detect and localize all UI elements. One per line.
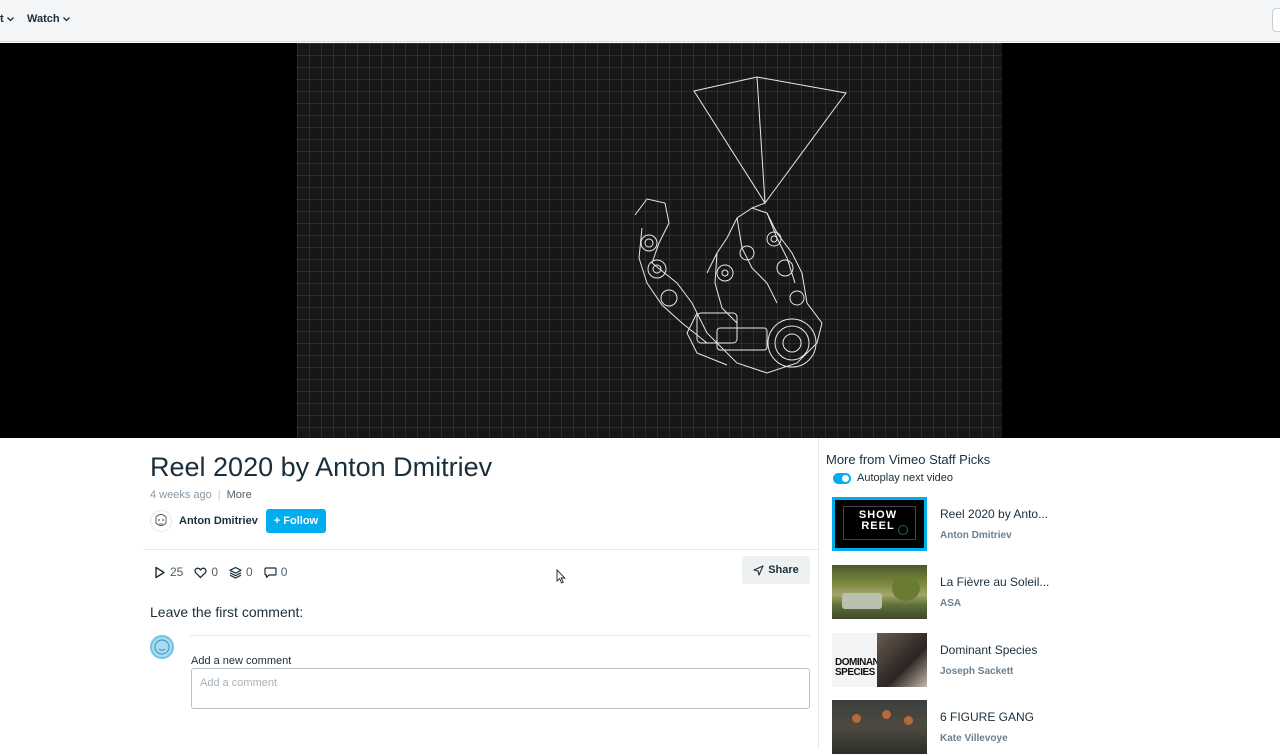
search-box-edge[interactable]	[1272, 8, 1280, 32]
collections-count: 0	[246, 565, 253, 579]
video-thumbnail[interactable]: DOMINANT SPECIES	[832, 633, 927, 687]
autoplay-label: Autoplay next video	[857, 472, 954, 484]
nav-item-watch[interactable]: Watch	[27, 13, 70, 25]
recommended-video-title[interactable]: Dominant Species	[940, 643, 1037, 657]
autoplay-toggle[interactable]	[833, 472, 851, 484]
divider	[143, 549, 818, 550]
sidebar-title: More from Vimeo Staff Picks	[826, 452, 991, 467]
share-label: Share	[768, 564, 799, 576]
likes-stat[interactable]: 0	[194, 565, 218, 579]
video-meta: 4 weeks ago | More	[150, 489, 252, 501]
recommended-video[interactable]: 6 FIGURE GANG Kate Villevoye	[832, 700, 1034, 754]
recommended-video[interactable]: La Fièvre au Soleil... ASA	[832, 565, 1049, 619]
video-thumbnail[interactable]	[832, 565, 927, 619]
video-player[interactable]	[0, 43, 1280, 438]
comments-count: 0	[280, 565, 288, 579]
video-thumbnail[interactable]	[832, 700, 927, 754]
nav-item-partial[interactable]: t	[0, 13, 14, 25]
video-frame[interactable]	[297, 43, 1002, 438]
upload-age: 4 weeks ago	[150, 489, 212, 501]
share-button[interactable]: Share	[742, 556, 810, 584]
smiley-icon	[154, 639, 170, 655]
video-stats: 25 0 0 0	[153, 565, 298, 579]
follow-label: Follow	[283, 515, 319, 527]
recommended-video-author[interactable]: ASA	[940, 598, 1049, 609]
recommended-video-title[interactable]: 6 FIGURE GANG	[940, 710, 1034, 724]
mouse-cursor-icon	[556, 569, 566, 584]
owner-row: Anton Dmitriev + Follow	[150, 509, 327, 533]
comment-divider	[190, 635, 810, 636]
comments-heading: Leave the first comment:	[150, 604, 304, 620]
robot-hand-wireframe-image	[634, 76, 847, 374]
sidebar-divider	[818, 438, 819, 748]
heart-icon	[194, 567, 208, 578]
plus-icon: +	[273, 515, 281, 527]
likes-count: 0	[211, 565, 219, 579]
thumbnail-text: SHOW REEL	[858, 509, 898, 532]
chevron-down-icon	[62, 16, 70, 21]
comment-bubble-icon	[264, 566, 277, 578]
plays-stat[interactable]: 25	[153, 565, 183, 579]
user-avatar	[150, 635, 174, 659]
autoplay-row: Autoplay next video	[833, 472, 953, 484]
play-icon	[155, 566, 165, 578]
recommended-video-author[interactable]: Joseph Sackett	[940, 666, 1037, 677]
comment-input[interactable]	[191, 668, 810, 709]
sketch-face-icon	[155, 514, 167, 526]
recommended-video[interactable]: SHOW REEL Reel 2020 by Anto... Anton Dmi…	[832, 497, 1048, 551]
recommended-video-title[interactable]: Reel 2020 by Anto...	[940, 507, 1048, 521]
main-content: Reel 2020 by Anton Dmitriev 4 weeks ago …	[0, 438, 1280, 754]
layers-icon	[229, 566, 242, 579]
follow-button[interactable]: + Follow	[265, 509, 327, 533]
more-link[interactable]: More	[227, 489, 252, 501]
owner-avatar[interactable]	[150, 510, 172, 532]
video-thumbnail[interactable]: SHOW REEL	[832, 497, 927, 551]
video-title: Reel 2020 by Anton Dmitriev	[150, 452, 493, 482]
top-navigation-bar: t Watch	[0, 0, 1280, 42]
recommended-video-author[interactable]: Anton Dmitriev	[940, 530, 1048, 541]
send-icon	[753, 564, 764, 576]
thumbnail-text: DOMINANT SPECIES	[835, 657, 885, 678]
nav-item-watch-label: Watch	[27, 13, 60, 25]
nav-item-partial-label: t	[0, 13, 4, 25]
comment-field-label: Add a new comment	[191, 655, 292, 667]
recommended-video[interactable]: DOMINANT SPECIES Dominant Species Joseph…	[832, 633, 1037, 687]
plays-count: 25	[170, 565, 184, 579]
recommended-video-author[interactable]: Kate Villevoye	[940, 733, 1034, 744]
collections-stat[interactable]: 0	[229, 565, 253, 579]
comments-stat[interactable]: 0	[264, 565, 288, 579]
owner-name-link[interactable]: Anton Dmitriev	[179, 515, 258, 527]
chevron-down-icon	[6, 16, 14, 21]
recommended-video-title[interactable]: La Fièvre au Soleil...	[940, 575, 1049, 589]
meta-separator: |	[217, 489, 221, 501]
